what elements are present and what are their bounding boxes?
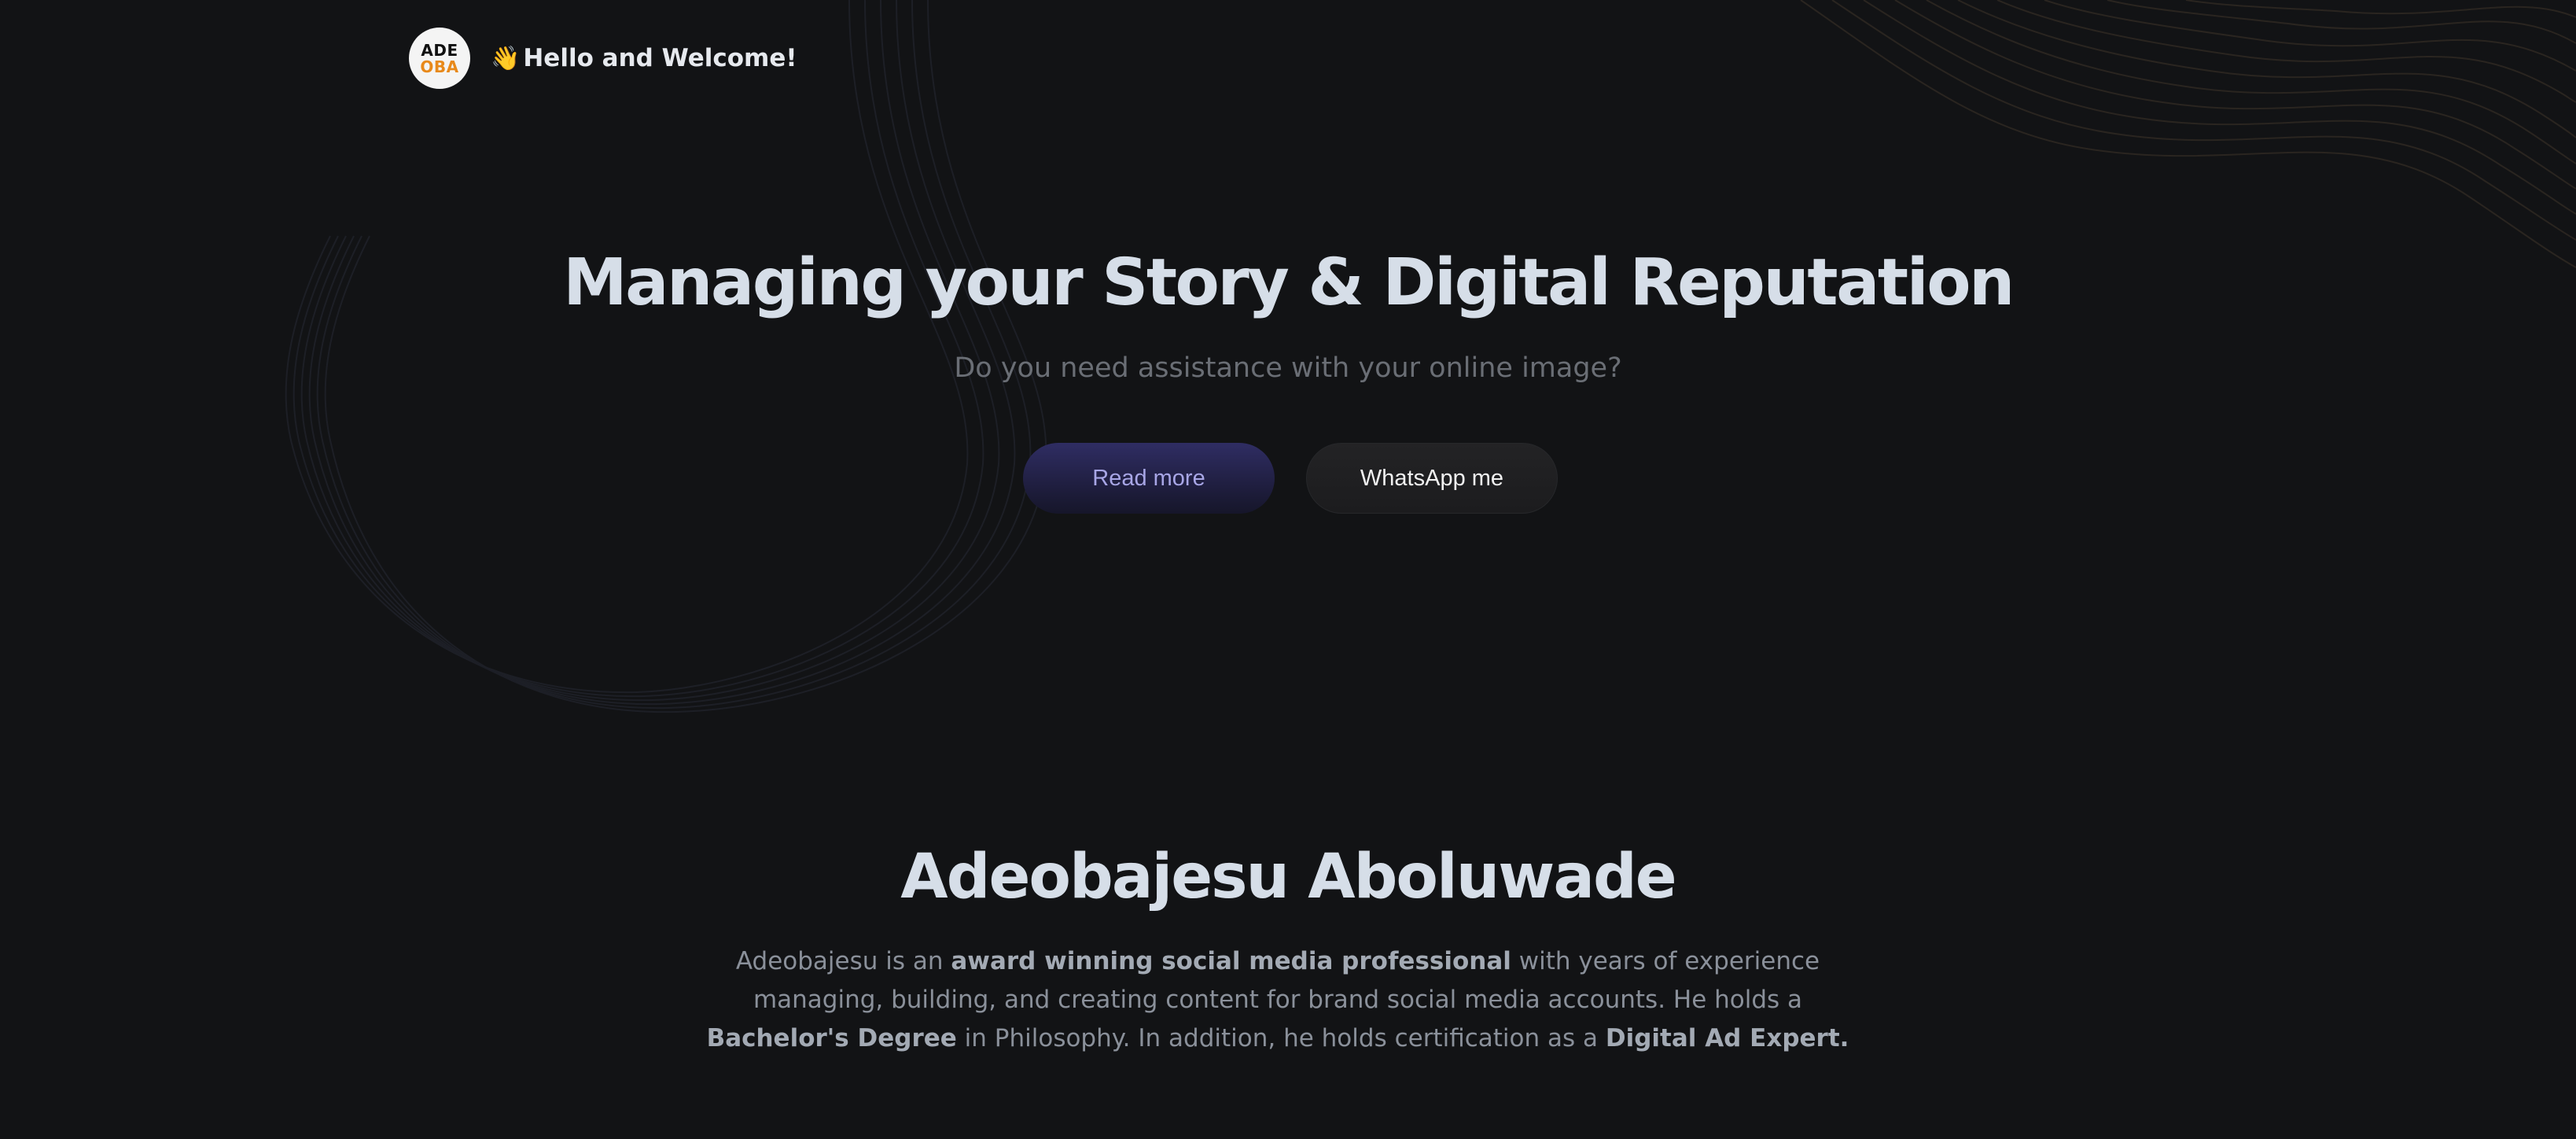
logo-text-top: ADE [421, 40, 458, 60]
bio-highlight: award winning social media professional [951, 947, 1511, 975]
logo-text-bottom: OBA [420, 57, 459, 76]
whatsapp-button[interactable]: WhatsApp me [1306, 443, 1558, 514]
bio-text: Adeobajesu is an [735, 947, 951, 975]
hero-title: Managing your Story & Digital Reputation [563, 245, 2015, 320]
greeting-text: Hello and Welcome! [523, 44, 797, 72]
site-header: ADE OBA 👋 Hello and Welcome! [409, 27, 797, 90]
read-more-button[interactable]: Read more [1023, 443, 1275, 514]
waving-hand-icon: 👋 [491, 44, 521, 72]
logo[interactable]: ADE OBA [409, 28, 470, 89]
bio-highlight: Bachelor's Degree [706, 1024, 957, 1052]
bio-highlight: Digital Ad Expert. [1605, 1024, 1849, 1052]
greeting: 👋 Hello and Welcome! [491, 44, 797, 72]
about-bio: Adeobajesu is an award winning social me… [692, 942, 1864, 1058]
about-name: Adeobajesu Aboluwade [900, 842, 1676, 912]
bio-text: in Philosophy. In addition, he holds cer… [956, 1024, 1606, 1052]
hero-buttons: Read more WhatsApp me [0, 443, 2576, 514]
hero-subtitle: Do you need assistance with your online … [954, 352, 1622, 384]
